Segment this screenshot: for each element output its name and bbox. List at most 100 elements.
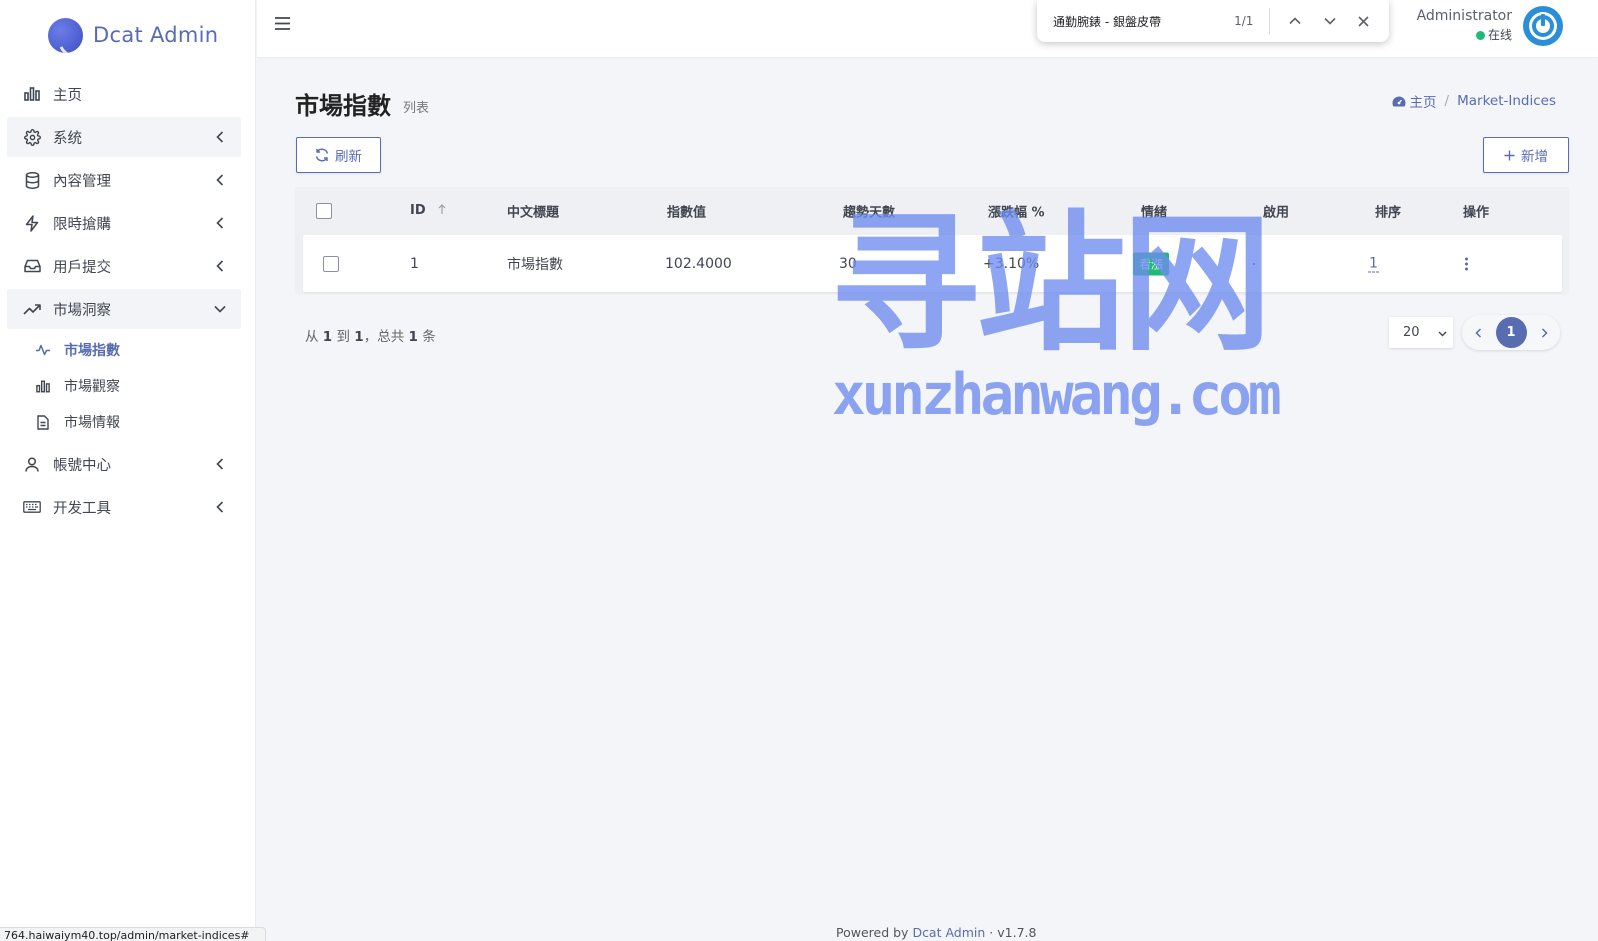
find-input[interactable]: 通勤腕錶 - 銀盤皮帶 — [1053, 13, 1217, 30]
next-page-icon[interactable] — [1536, 325, 1552, 341]
breadcrumb-separator: / — [1444, 93, 1450, 109]
lightning-icon — [22, 213, 42, 233]
footer-link[interactable]: Dcat Admin — [912, 925, 985, 940]
top-navbar: Administrator 在线 — [257, 0, 1598, 57]
browser-status-url: 764.haiwaiym40.top/admin/market-indices# — [0, 927, 266, 941]
select-all-checkbox[interactable] — [316, 203, 332, 219]
chevron-down-icon — [211, 300, 229, 318]
find-match-count: 1/1 — [1234, 14, 1254, 28]
add-button[interactable]: 新增 — [1483, 137, 1569, 173]
prev-page-icon[interactable] — [1470, 325, 1486, 341]
page-subtitle: 列表 — [403, 101, 430, 116]
row-checkbox[interactable] — [323, 255, 339, 272]
cell-value: 102.4000 — [665, 255, 732, 272]
submenu-item-label: 市場指數 — [64, 343, 120, 359]
inbox-icon — [22, 256, 42, 276]
page-title: 市場指數 — [295, 92, 391, 120]
submenu-item-market-intel[interactable]: 市場情報 — [7, 404, 241, 440]
chevron-up-icon[interactable] — [1286, 11, 1304, 31]
pagination: 1 — [1462, 315, 1560, 350]
sidebar-item-home[interactable]: 主页 — [7, 74, 241, 114]
online-dot-icon — [1475, 31, 1485, 40]
cell-days: 30 — [839, 255, 857, 272]
sidebar-item-market-insights[interactable]: 市場洞察 — [7, 289, 241, 329]
page-number-current[interactable]: 1 — [1495, 317, 1527, 348]
close-icon[interactable] — [1355, 11, 1373, 31]
submenu-item-label: 市場情報 — [64, 415, 120, 431]
per-page-select[interactable]: 20 — [1389, 317, 1453, 348]
dashboard-icon — [1392, 96, 1406, 107]
bar-chart-icon — [34, 377, 52, 395]
sidebar-item-system[interactable]: 系统 — [7, 117, 241, 157]
chevron-left-icon — [211, 171, 229, 189]
col-header-actions: 操作 — [1463, 205, 1490, 221]
user-menu[interactable]: Administrator 在线 — [1417, 8, 1512, 43]
gear-icon — [22, 127, 42, 147]
sidebar-item-label: 系统 — [53, 130, 82, 147]
chevron-down-icon — [1438, 326, 1447, 341]
chevron-down-icon[interactable] — [1321, 11, 1339, 31]
brand[interactable]: Dcat Admin — [0, 0, 255, 70]
breadcrumb-current: Market-Indices — [1457, 93, 1556, 109]
table-header: ID 中文標題 指數值 趨勢天數 漲跌幅 % 情緒 啟用 排序 操作 — [295, 187, 1569, 235]
trending-up-icon — [22, 299, 42, 319]
col-header-days: 趨勢天數 — [843, 205, 896, 221]
user-icon — [22, 454, 42, 474]
chevron-left-icon — [211, 257, 229, 275]
brand-logo — [48, 17, 83, 53]
user-status: 在线 — [1417, 26, 1512, 43]
cell-id: 1 — [410, 255, 419, 272]
col-header-order: 排序 — [1375, 205, 1402, 221]
col-header-title: 中文標題 — [507, 205, 560, 221]
user-name: Administrator — [1416, 8, 1512, 24]
order-editable-link[interactable]: 1 — [1368, 255, 1379, 272]
data-table: ID 中文標題 指數值 趨勢天數 漲跌幅 % 情緒 啟用 排序 操作 1 市場指… — [295, 187, 1569, 295]
col-header-change: 漲跌幅 % — [988, 205, 1045, 221]
sidebar-item-label: 用戶提交 — [53, 259, 111, 276]
sidebar-item-label: 市場洞察 — [53, 302, 111, 319]
activity-icon — [34, 341, 52, 359]
submenu-item-market-watch[interactable]: 市場觀察 — [7, 368, 241, 404]
file-text-icon — [34, 413, 52, 431]
sidebar-menu: 主页 系统 內容管理 限時搶購 用戶提交 市場洞察 市場指數 市場觀察 市場情報… — [0, 74, 255, 527]
keyboard-icon — [22, 497, 42, 517]
sidebar-item-label: 主页 — [53, 87, 82, 104]
submenu-item-label: 市場觀察 — [64, 379, 120, 395]
cell-title: 市場指數 — [507, 256, 563, 273]
brand-name: Dcat Admin — [93, 23, 219, 47]
sidebar-item-label: 限時搶購 — [53, 216, 111, 233]
refresh-icon — [315, 148, 329, 162]
col-header-sentiment: 情緒 — [1141, 205, 1168, 221]
watermark-url: xunzhanwang.com — [832, 362, 1282, 428]
sidebar-item-label: 內容管理 — [53, 173, 111, 190]
footer: Powered by Dcat Admin · v1.7.8 — [836, 925, 1037, 940]
sidebar-item-account[interactable]: 帳號中心 — [7, 444, 241, 484]
plus-icon — [1504, 150, 1515, 161]
sidebar-item-content[interactable]: 內容管理 — [7, 160, 241, 200]
cell-change: +3.10% — [983, 255, 1040, 272]
sidebar-item-flash-sale[interactable]: 限時搶購 — [7, 203, 241, 243]
refresh-button[interactable]: 刷新 — [296, 137, 381, 173]
sidebar-item-label: 帳號中心 — [53, 457, 111, 474]
col-header-id[interactable]: ID — [410, 203, 446, 219]
row-actions-menu-icon[interactable] — [1465, 257, 1468, 270]
sidebar-item-submissions[interactable]: 用戶提交 — [7, 246, 241, 286]
find-divider — [1269, 8, 1271, 34]
submenu-item-market-indices[interactable]: 市場指數 — [7, 332, 241, 368]
chevron-left-icon — [211, 455, 229, 473]
find-bar: 通勤腕錶 - 銀盤皮帶 1/1 — [1037, 0, 1389, 42]
database-icon — [22, 170, 42, 190]
pagination-summary: 从 1 到 1，总共 1 条 — [305, 329, 436, 345]
bar-chart-icon — [22, 84, 42, 104]
sort-arrow-up-icon[interactable] — [438, 204, 446, 219]
sidebar-item-label: 开发工具 — [53, 500, 111, 517]
col-header-enabled: 啟用 — [1263, 205, 1290, 221]
breadcrumb-home[interactable]: 主页 — [1392, 91, 1437, 111]
chevron-left-icon — [211, 128, 229, 146]
table-row: 1 市場指數 102.4000 30 +3.10% 看漲 1 — [303, 235, 1562, 292]
sentiment-badge: 看漲 — [1133, 252, 1170, 275]
avatar[interactable] — [1523, 6, 1563, 46]
sidebar: Dcat Admin 主页 系统 內容管理 限時搶購 用戶提交 市場洞察 市場指… — [0, 0, 256, 941]
sidebar-item-dev-tools[interactable]: 开发工具 — [7, 487, 241, 527]
menu-toggle-icon[interactable] — [274, 16, 294, 36]
